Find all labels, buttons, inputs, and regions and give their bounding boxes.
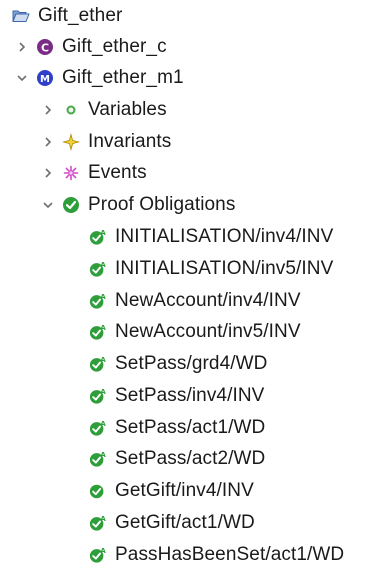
project-explorer-tree: Gift_ether C Gift_ether_c M Gift_ether_m… bbox=[0, 0, 377, 571]
proof-obligation-item[interactable]: A INITIALISATION/inv5/INV bbox=[89, 254, 333, 284]
auto-discharged-icon: A bbox=[89, 260, 107, 278]
tree-item-project[interactable]: Gift_ether bbox=[12, 1, 122, 31]
machine-icon: M bbox=[36, 69, 54, 87]
svg-text:A: A bbox=[100, 419, 106, 428]
context-icon: C bbox=[36, 38, 54, 56]
auto-discharged-icon: A bbox=[89, 450, 107, 468]
tree-item-label: Gift_ether bbox=[38, 5, 123, 26]
chevron-right-icon[interactable] bbox=[40, 102, 56, 118]
invariants-icon bbox=[62, 133, 80, 151]
proof-obligation-item[interactable]: A PassHasBeenSet/act1/WD bbox=[89, 540, 344, 570]
proof-obligation-item[interactable]: A NewAccount/inv5/INV bbox=[89, 317, 301, 347]
proof-obligation-label: INITIALISATION/inv4/INV bbox=[115, 226, 334, 247]
tree-item-label: Events bbox=[88, 162, 147, 183]
chevron-down-icon[interactable] bbox=[14, 70, 30, 86]
proof-obligation-item[interactable]: A SetPass/act1/WD bbox=[89, 413, 265, 443]
svg-text:A: A bbox=[100, 323, 106, 332]
tree-item-label: Variables bbox=[88, 99, 167, 120]
svg-text:M: M bbox=[40, 74, 50, 85]
tree-item-proof-obligations[interactable]: Proof Obligations bbox=[40, 190, 235, 220]
proof-obligation-item[interactable]: A GetGift/act1/WD bbox=[89, 508, 255, 538]
tree-item-variables[interactable]: Variables bbox=[40, 95, 167, 125]
tree-item-events[interactable]: Events bbox=[40, 158, 147, 188]
variables-icon bbox=[62, 101, 80, 119]
auto-discharged-icon: A bbox=[89, 419, 107, 437]
proof-obligation-label: GetGift/act1/WD bbox=[115, 512, 255, 533]
tree-item-context[interactable]: C Gift_ether_c bbox=[14, 32, 167, 62]
chevron-right-icon[interactable] bbox=[14, 39, 30, 55]
proof-obligation-label: NewAccount/inv5/INV bbox=[115, 321, 301, 342]
tree-item-label: Proof Obligations bbox=[88, 194, 236, 215]
auto-discharged-icon: A bbox=[89, 387, 107, 405]
svg-text:A: A bbox=[100, 450, 106, 459]
proof-obligation-item[interactable]: GetGift/inv4/INV bbox=[89, 476, 254, 506]
auto-discharged-icon: A bbox=[89, 514, 107, 532]
svg-text:A: A bbox=[100, 260, 106, 269]
chevron-down-icon[interactable] bbox=[40, 197, 56, 213]
auto-discharged-icon: A bbox=[89, 546, 107, 564]
proof-obligation-item[interactable]: A NewAccount/inv4/INV bbox=[89, 286, 301, 316]
svg-text:A: A bbox=[100, 355, 106, 364]
tree-item-machine[interactable]: M Gift_ether_m1 bbox=[14, 63, 184, 93]
auto-discharged-icon: A bbox=[89, 355, 107, 373]
auto-discharged-icon: A bbox=[89, 292, 107, 310]
proof-obligation-label: INITIALISATION/inv5/INV bbox=[115, 258, 334, 279]
proof-obligation-item[interactable]: A SetPass/act2/WD bbox=[89, 444, 265, 474]
svg-text:A: A bbox=[100, 546, 106, 555]
folder-open-icon bbox=[12, 7, 30, 25]
proof-obligation-label: SetPass/act1/WD bbox=[115, 417, 266, 438]
tree-item-label: Gift_ether_m1 bbox=[62, 67, 184, 88]
events-icon bbox=[62, 164, 80, 182]
chevron-right-icon[interactable] bbox=[40, 165, 56, 181]
proof-obligation-item[interactable]: A SetPass/grd4/WD bbox=[89, 349, 268, 379]
proof-obligation-label: SetPass/inv4/INV bbox=[115, 385, 265, 406]
svg-text:C: C bbox=[41, 41, 49, 54]
proof-obligation-label: PassHasBeenSet/act1/WD bbox=[115, 544, 345, 565]
svg-text:A: A bbox=[100, 228, 106, 237]
auto-discharged-icon: A bbox=[89, 323, 107, 341]
proof-obligation-label: GetGift/inv4/INV bbox=[115, 480, 254, 501]
auto-discharged-icon: A bbox=[89, 228, 107, 246]
proof-obligation-item[interactable]: A SetPass/inv4/INV bbox=[89, 381, 264, 411]
tree-item-label: Invariants bbox=[88, 131, 172, 152]
discharged-check-icon bbox=[89, 482, 107, 500]
svg-text:A: A bbox=[100, 292, 106, 301]
discharged-check-icon bbox=[62, 196, 80, 214]
svg-text:A: A bbox=[100, 514, 106, 523]
proof-obligation-label: SetPass/grd4/WD bbox=[115, 353, 268, 374]
proof-obligation-label: NewAccount/inv4/INV bbox=[115, 290, 301, 311]
svg-text:A: A bbox=[100, 387, 106, 396]
proof-obligation-label: SetPass/act2/WD bbox=[115, 448, 266, 469]
proof-obligation-item[interactable]: A INITIALISATION/inv4/INV bbox=[89, 222, 333, 252]
tree-item-label: Gift_ether_c bbox=[62, 36, 167, 57]
tree-item-invariants[interactable]: Invariants bbox=[40, 127, 171, 157]
chevron-right-icon[interactable] bbox=[40, 134, 56, 150]
